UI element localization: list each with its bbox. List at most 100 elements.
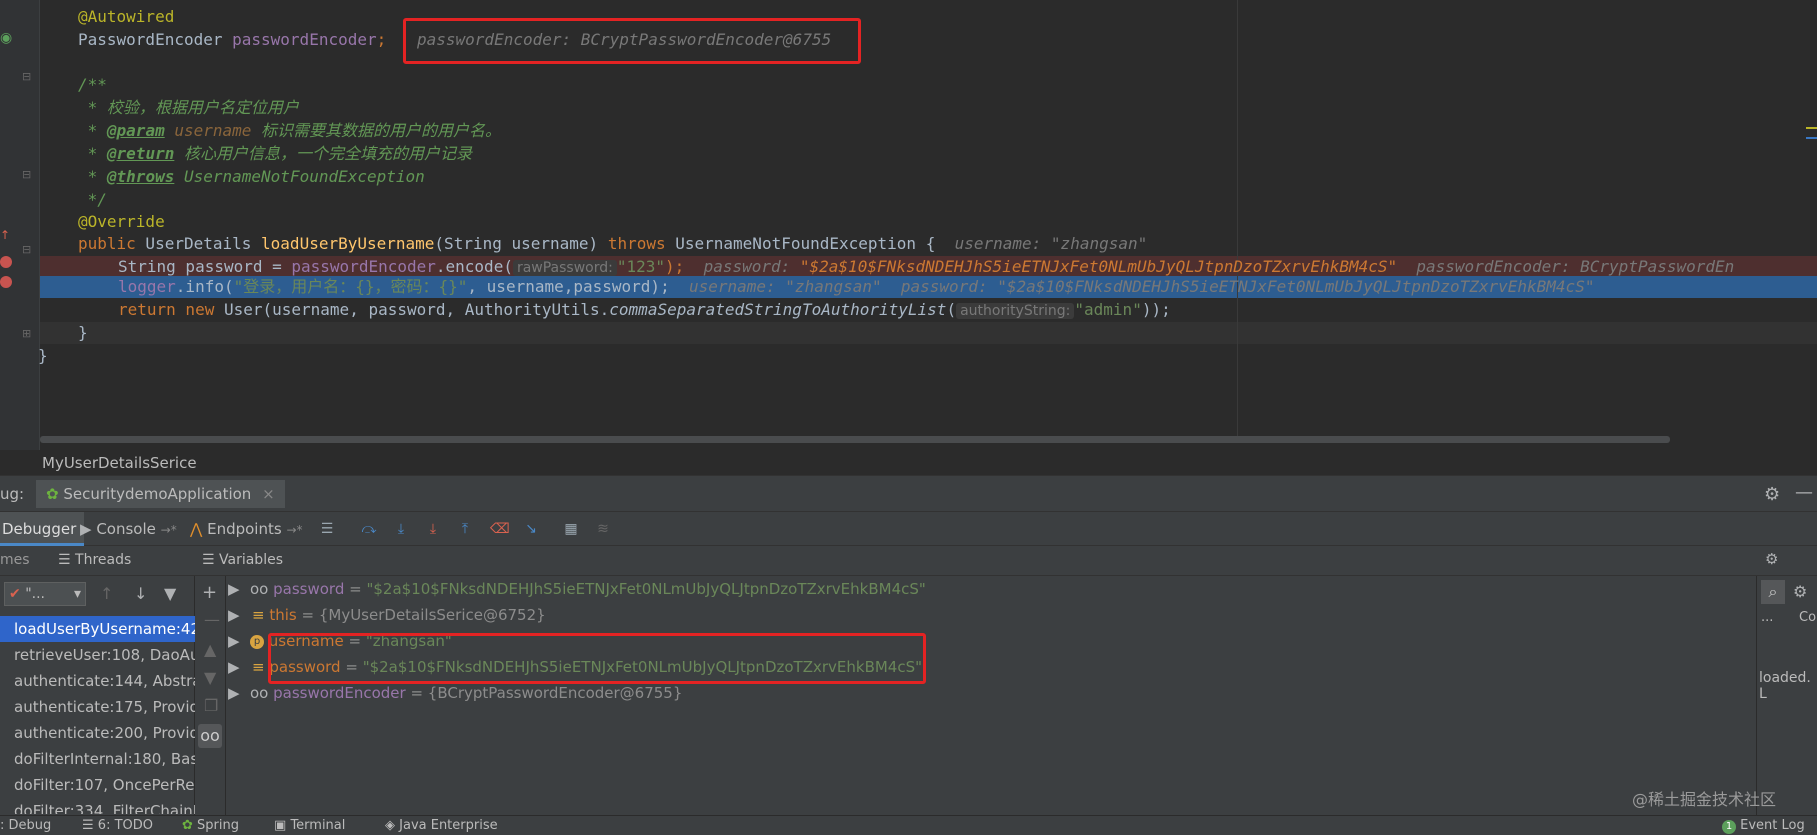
drop-frame-icon[interactable]: ⌫ [490,520,510,538]
terminal-icon: ▣ [274,818,287,833]
variable-row[interactable]: ▶ ≡ this = {MyUserDetailsSerice@6752} [228,602,546,628]
breadcrumb: MyUserDetailsSerice [0,450,1817,476]
breakpoint-icon[interactable] [0,276,12,288]
filter-icon[interactable]: ▼ [164,584,176,603]
fold-icon[interactable]: ⊞ [22,327,31,340]
code-line: return new User(username, password, Auth… [118,300,1171,319]
comment-line: * 校验，根据用户名定位用户 [78,98,299,117]
fold-icon[interactable]: ⊟ [22,70,31,83]
expand-arrow-icon[interactable]: ▶ [228,654,240,680]
frame-item[interactable]: authenticate:175, Provide [0,694,195,720]
threads-header[interactable]: ☰ Threads [58,552,131,568]
ellipsis-button[interactable]: ... [1761,610,1773,625]
field-icon: ≡ [252,658,265,676]
loaded-text: loaded. L [1759,670,1811,702]
statusbar-spring[interactable]: ✿ Spring [182,818,239,833]
todo-icon: ☰ [82,818,94,833]
statusbar-terminal[interactable]: ▣ Terminal [274,818,345,833]
move-up-icon[interactable]: ▲ [204,640,216,659]
gear-icon[interactable]: ⚙ [1765,550,1778,568]
evaluate-expression-icon[interactable]: ▦ [562,520,580,538]
frame-item[interactable]: authenticate:144, Abstrac [0,668,195,694]
check-icon: ✔ [9,586,21,602]
move-down-icon[interactable]: ▼ [204,668,216,687]
watermark: @稀土掘金技术社区 [1632,790,1777,809]
variables-icon: ☰ [202,552,215,568]
frames-header[interactable]: mes [0,552,30,568]
right-margin-guide [1237,0,1238,440]
tab-endpoints[interactable]: ⋀ Endpoints →* [190,512,303,546]
down-arrow-icon[interactable]: ↓ [134,584,147,603]
statusbar-todo[interactable]: ☰ 6: TODO [82,818,153,833]
statusbar-java-enterprise[interactable]: ◈ Java Enterprise [385,818,498,833]
panel-headers: mes ☰ Threads ☰ Variables ⚙ [0,546,1817,576]
watch-icon: oo [250,580,269,598]
search-icon[interactable]: ⌕ [1761,580,1785,604]
parameter-hint: rawPassword: [512,260,617,276]
parameter-icon: p [250,634,264,649]
step-out-icon[interactable]: ⤒ [456,520,474,538]
breakpoint-icon[interactable] [0,256,12,268]
force-step-into-icon[interactable]: ⤓ [424,520,442,538]
statusbar-debug[interactable]: : Debug [0,818,51,833]
breadcrumb-item[interactable]: MyUserDetailsSerice [42,454,197,472]
add-watch-icon[interactable]: + [202,582,217,603]
code-line: @Override [78,212,165,231]
debug-label: ug: [0,485,25,503]
expand-arrow-icon[interactable]: ▶ [228,628,240,654]
up-arrow-icon[interactable]: ↑ [100,584,113,603]
code-line: String password = passwordEncoder.encode… [118,257,1735,276]
gear-icon[interactable]: ⚙ [1793,582,1807,601]
close-tab-icon[interactable]: × [262,485,275,503]
tab-console[interactable]: ▶ Console →* [80,512,177,546]
run-to-cursor-icon[interactable]: ↘ [522,520,540,538]
frame-item[interactable]: doFilter:107, OncePerRec [0,772,195,798]
code-line: @Autowired [78,7,175,26]
horizontal-scrollbar[interactable] [40,436,1670,443]
expand-arrow-icon[interactable]: ▶ [228,602,240,628]
override-marker-icon[interactable]: ◉ [0,30,12,46]
expand-arrow-icon[interactable]: ▶ [228,576,240,602]
code-line: PasswordEncoder passwordEncoder; [78,30,387,49]
frame-item[interactable]: doFilter:334, FilterChainP [0,798,195,814]
error-stripe-marker [1806,137,1817,139]
show-execution-point-icon[interactable]: ☰ [318,520,336,538]
step-over-icon[interactable]: ⤼ [360,520,378,538]
tab-debugger[interactable]: Debugger [0,512,85,546]
implements-marker-icon[interactable]: ↑ [0,228,10,242]
status-bar: : Debug ☰ 6: TODO ✿ Spring ▣ Terminal ◈ … [0,815,1817,835]
watch-icon: oo [250,684,269,702]
frame-item[interactable]: authenticate:200, Provide [0,720,195,746]
copy-icon[interactable]: ❐ [204,696,218,715]
expand-arrow-icon[interactable]: ▶ [228,680,240,706]
debug-title-bar: ug: ✿ SecuritydemoApplication × ⚙ — [0,476,1817,512]
thread-select[interactable]: ✔ "... ▾ [4,582,86,606]
remove-watch-icon[interactable]: — [204,610,220,629]
minimize-icon[interactable]: — [1795,482,1813,503]
highlight-box [403,18,861,64]
statusbar-event-log[interactable]: 1 Event Log [1722,818,1805,834]
step-into-icon[interactable]: ⤓ [392,520,410,538]
gear-icon[interactable]: ⚙ [1764,484,1780,505]
code-line: logger.info("登录，用户名：{}，密码：{}", username,… [118,277,1595,296]
editor-gutter: ◉ ⊟ ⊟ ↑ ⊟ ⊞ [0,0,40,450]
inline-debug-value: passwordEncoder: BCryptPasswordEn [1416,257,1735,276]
comment-line: */ [78,190,107,209]
run-config-tab[interactable]: ✿ SecuritydemoApplication × [36,480,285,508]
code-line: } [78,323,88,342]
java-enterprise-icon: ◈ [385,818,395,833]
inline-debug-value: username: "zhangsan" [954,234,1148,253]
inline-debug-value: password: [703,257,800,276]
watch-glasses-icon[interactable]: oo [198,724,222,748]
variables-header: ☰ Variables [202,552,283,568]
trace-icon[interactable]: ≋ [594,520,612,538]
fold-icon[interactable]: ⊟ [22,243,31,256]
frame-item[interactable]: retrieveUser:108, DaoAut [0,642,195,668]
console-icon: ▶ [80,520,92,538]
frame-item[interactable]: doFilterInternal:180, Basi [0,746,195,772]
fold-icon[interactable]: ⊟ [22,168,31,181]
comment-line: /** [78,75,107,94]
variable-row[interactable]: ▶ oo password = "$2a$10$FNksdNDEHJhS5ieET… [228,576,926,602]
code-editor[interactable]: ◉ ⊟ ⊟ ↑ ⊟ ⊞ @Autowired PasswordEncoder p… [0,0,1817,450]
frame-item[interactable]: loadUserByUsername:42, [0,616,195,642]
